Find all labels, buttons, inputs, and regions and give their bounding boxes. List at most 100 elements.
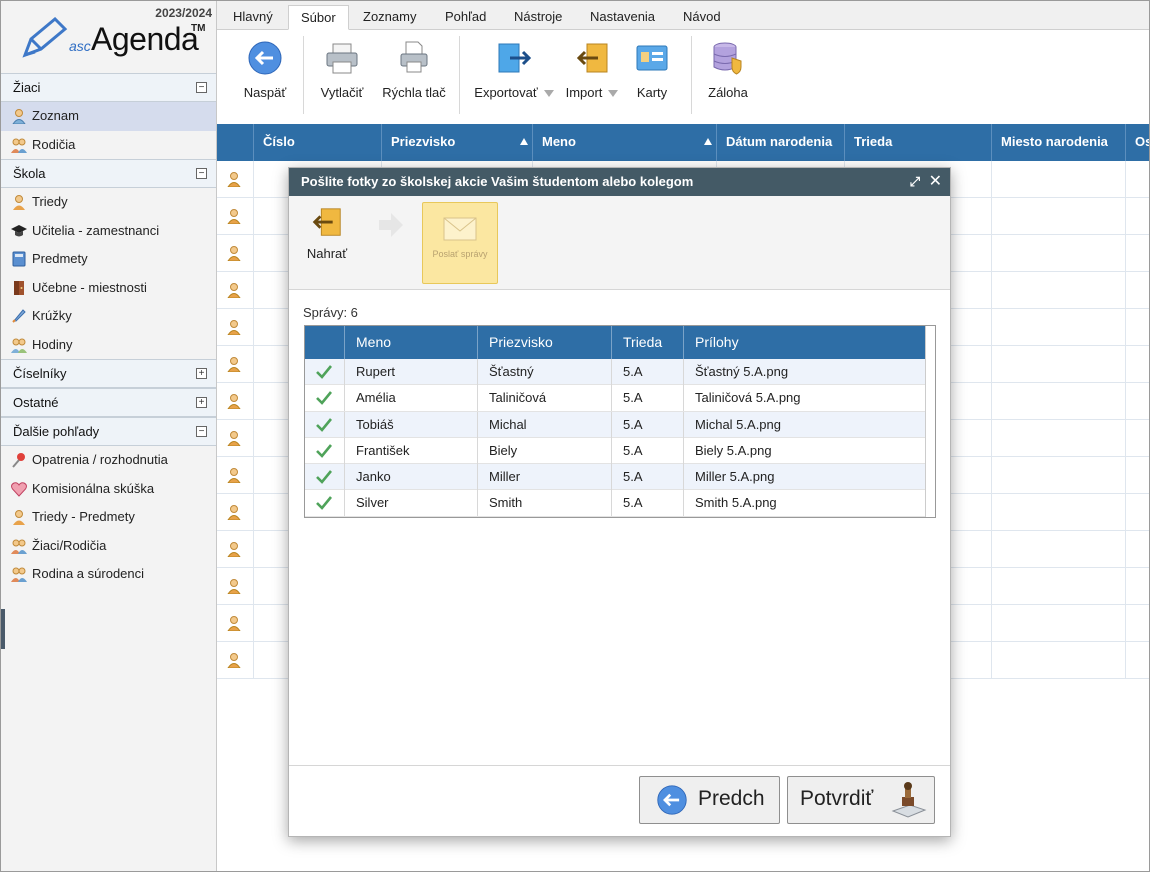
grid-cell[interactable] (992, 309, 1126, 346)
row-icon-cell[interactable] (217, 309, 254, 346)
grid-cell[interactable] (1126, 457, 1149, 494)
grid-cell[interactable] (1126, 383, 1149, 420)
collapse-toggle-icon[interactable]: − (196, 426, 207, 437)
row-icon-cell[interactable] (217, 457, 254, 494)
sidebar-item-rodina[interactable]: Rodina a súrodenci (1, 560, 216, 589)
grid-column-os[interactable]: Os (1126, 124, 1149, 161)
row-icon-cell[interactable] (217, 420, 254, 457)
grid-column-datum[interactable]: Dátum narodenia (717, 124, 845, 161)
sidebar-item-hodiny[interactable]: Hodiny (1, 331, 216, 360)
table-row[interactable]: Silver Smith 5.A Smith 5.A.png (305, 490, 935, 517)
back-button[interactable]: Naspäť (241, 38, 289, 100)
grid-cell[interactable] (1126, 161, 1149, 198)
section-ostatne[interactable]: Ostatné + (1, 388, 216, 417)
sidebar-item-triedy-predmety[interactable]: Triedy - Predmety (1, 503, 216, 532)
sidebar-item-rodicia[interactable]: Rodičia (1, 131, 216, 160)
grid-cell[interactable] (1126, 272, 1149, 309)
table-row[interactable]: Rupert Šťastný 5.A Šťastný 5.A.png (305, 359, 935, 386)
section-dalsie-pohlady[interactable]: Ďalšie pohľady − (1, 417, 216, 446)
cards-button[interactable]: Karty (629, 38, 675, 100)
row-icon-cell[interactable] (217, 383, 254, 420)
grid-cell[interactable] (992, 346, 1126, 383)
column-meno[interactable]: Meno (345, 326, 478, 359)
section-ciselniky[interactable]: Číselníky + (1, 359, 216, 388)
grid-cell[interactable] (992, 642, 1126, 679)
sidebar-item-triedy[interactable]: Triedy (1, 188, 216, 217)
grid-cell[interactable] (992, 161, 1126, 198)
grid-column-priezvisko[interactable]: Priezvisko (382, 124, 533, 161)
dialog-title-bar[interactable]: Pošlite fotky zo školskej akcie Vašim št… (289, 168, 950, 196)
section-ziaci[interactable]: Žiaci − (1, 73, 216, 102)
dropdown-caret-icon[interactable] (608, 90, 619, 98)
tab-zoznamy[interactable]: Zoznamy (351, 5, 428, 30)
row-icon-cell[interactable] (217, 346, 254, 383)
tab-nastavenia[interactable]: Nastavenia (578, 5, 667, 30)
grid-cell[interactable] (1126, 198, 1149, 235)
row-icon-cell[interactable] (217, 161, 254, 198)
row-icon-cell[interactable] (217, 235, 254, 272)
grid-column-trieda[interactable]: Trieda (845, 124, 992, 161)
collapse-toggle-icon[interactable]: − (196, 82, 207, 93)
print-button[interactable]: Vytlačiť (317, 38, 367, 100)
row-icon-cell[interactable] (217, 568, 254, 605)
grid-cell[interactable] (1126, 531, 1149, 568)
grid-cell[interactable] (992, 457, 1126, 494)
dropdown-caret-icon[interactable] (543, 90, 554, 98)
tab-nastroje[interactable]: Nástroje (502, 5, 574, 30)
expand-toggle-icon[interactable]: + (196, 368, 207, 379)
table-row[interactable]: Amélia Taliničová 5.A Taliničová 5.A.png (305, 385, 935, 412)
import-button[interactable]: Import (563, 38, 621, 100)
tab-hlavny[interactable]: Hlavný (221, 5, 285, 30)
row-icon-cell[interactable] (217, 198, 254, 235)
sidebar-item-opatrenia[interactable]: Opatrenia / rozhodnutia (1, 446, 216, 475)
grid-cell[interactable] (1126, 420, 1149, 457)
sidebar-item-predmety[interactable]: Predmety (1, 245, 216, 274)
sidebar-resize-handle[interactable] (1, 609, 5, 649)
grid-cell[interactable] (1126, 494, 1149, 531)
grid-cell[interactable] (992, 383, 1126, 420)
grid-cell[interactable] (1126, 346, 1149, 383)
grid-cell[interactable] (992, 605, 1126, 642)
grid-cell[interactable] (1126, 568, 1149, 605)
column-priezvisko[interactable]: Priezvisko (478, 326, 612, 359)
table-row[interactable]: František Biely 5.A Biely 5.A.png (305, 437, 935, 465)
sidebar-item-ucitelia[interactable]: Učitelia - zamestnanci (1, 217, 216, 246)
close-icon[interactable]: ✕ (929, 168, 942, 196)
expand-toggle-icon[interactable]: + (196, 397, 207, 408)
upload-button[interactable]: Nahrať (303, 206, 351, 261)
row-icon-cell[interactable] (217, 272, 254, 309)
confirm-button[interactable]: Potvrdiť (787, 776, 935, 824)
grid-cell[interactable] (1126, 605, 1149, 642)
sidebar-item-zoznam[interactable]: Zoznam (1, 102, 216, 131)
grid-column-cislo[interactable]: Číslo (254, 124, 382, 161)
grid-cell[interactable] (992, 531, 1126, 568)
grid-cell[interactable] (992, 494, 1126, 531)
backup-button[interactable]: Záloha (705, 38, 751, 100)
grid-column-meno[interactable]: Meno (533, 124, 717, 161)
maximize-icon[interactable]: ⤢ (910, 168, 920, 196)
table-row[interactable]: Janko Miller 5.A Miller 5.A.png (305, 464, 935, 491)
send-messages-button[interactable]: Poslať správy (422, 202, 498, 284)
row-icon-cell[interactable] (217, 605, 254, 642)
grid-cell[interactable] (992, 420, 1126, 457)
grid-cell[interactable] (992, 272, 1126, 309)
row-icon-cell[interactable] (217, 494, 254, 531)
sidebar-item-komisionalna[interactable]: Komisionálna skúška (1, 475, 216, 504)
sidebar-item-kruzky[interactable]: Krúžky (1, 302, 216, 331)
sidebar-item-ucebne[interactable]: Učebne - miestnosti (1, 274, 216, 303)
section-skola[interactable]: Škola − (1, 159, 216, 188)
previous-button[interactable]: Predch (639, 776, 780, 824)
grid-cell[interactable] (992, 235, 1126, 272)
tab-subor[interactable]: Súbor (288, 5, 349, 30)
sidebar-item-ziaci-rodicia[interactable]: Žiaci/Rodičia (1, 532, 216, 561)
table-scrollbar[interactable] (925, 326, 935, 517)
grid-cell[interactable] (1126, 235, 1149, 272)
column-trieda[interactable]: Trieda (612, 326, 684, 359)
grid-cell[interactable] (992, 198, 1126, 235)
quick-print-button[interactable]: Rýchla tlač (377, 38, 451, 100)
grid-cell[interactable] (992, 568, 1126, 605)
row-icon-cell[interactable] (217, 642, 254, 679)
tab-pohlad[interactable]: Pohľad (433, 5, 498, 30)
export-button[interactable]: Exportovať (471, 38, 557, 100)
grid-column-miesto[interactable]: Miesto narodenia (992, 124, 1126, 161)
